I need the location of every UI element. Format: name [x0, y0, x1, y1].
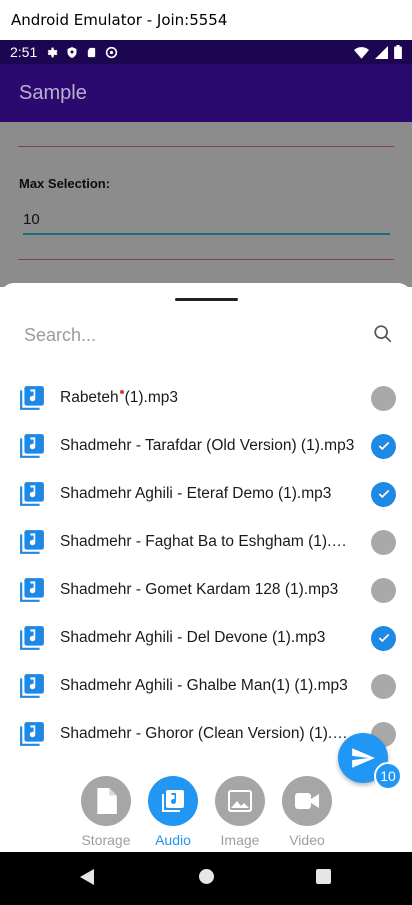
file-row[interactable]: Rabeteh (1).mp3 [0, 374, 412, 422]
music-note-icon [162, 790, 184, 812]
wifi-icon [354, 46, 369, 59]
audio-file-icon [20, 386, 44, 410]
file-name: Shadmehr Aghili - Eteraf Demo (1).mp3 [60, 485, 332, 502]
audio-file-icon [20, 530, 44, 554]
file-name: Shadmehr - Ghoror (Clean Version) (1).mp… [60, 725, 356, 742]
unchecked-icon[interactable] [371, 529, 396, 555]
category-image-button[interactable] [215, 776, 265, 826]
window-titlebar: Android Emulator - Join:5554 [0, 0, 412, 40]
divider [18, 146, 394, 147]
category-video-label: Video [289, 832, 325, 848]
recents-icon[interactable] [316, 869, 331, 884]
search-icon[interactable] [372, 323, 394, 345]
status-bar: 2:51 [0, 40, 412, 64]
max-selection-label: Max Selection: [19, 176, 111, 191]
divider [18, 259, 394, 260]
image-icon [228, 790, 252, 812]
shield-icon [67, 46, 77, 58]
unchecked-icon[interactable] [371, 577, 396, 603]
drag-handle[interactable] [175, 298, 238, 301]
signal-icon [375, 45, 388, 59]
sd-card-icon [88, 47, 96, 57]
home-icon[interactable] [199, 869, 214, 884]
checked-icon[interactable] [371, 625, 396, 651]
checked-icon[interactable] [371, 433, 396, 459]
file-row[interactable]: Shadmehr - Gomet Kardam 128 (1).mp3 [0, 566, 412, 614]
file-row[interactable]: Shadmehr Aghili - Eteraf Demo (1).mp3 [0, 470, 412, 518]
do-not-disturb-icon [106, 46, 118, 58]
search-input[interactable] [24, 321, 354, 349]
selection-count-badge: 10 [374, 762, 402, 790]
category-storage-button[interactable] [81, 776, 131, 826]
audio-file-icon [20, 578, 44, 602]
file-name: Shadmehr - Tarafdar (Old Version) (1).mp… [60, 437, 355, 454]
send-icon [352, 748, 375, 768]
file-name: Shadmehr Aghili - Del Devone (1).mp3 [60, 629, 326, 646]
file-name: Shadmehr - Gomet Kardam 128 (1).mp3 [60, 581, 339, 598]
file-icon [97, 788, 117, 814]
file-row[interactable]: Shadmehr - Tarafdar (Old Version) (1).mp… [0, 422, 412, 470]
status-time: 2:51 [10, 44, 38, 60]
file-row[interactable]: Shadmehr - Faghat Ba to Eshgham (1).mp3 [0, 518, 412, 566]
file-name: Shadmehr Aghili - Ghalbe Man(1) (1).mp3 [60, 677, 348, 694]
file-row[interactable]: Shadmehr Aghili - Del Devone (1).mp3 [0, 614, 412, 662]
window-title: Android Emulator - Join:5554 [11, 11, 228, 29]
back-icon[interactable] [80, 869, 96, 885]
file-name: Shadmehr - Faghat Ba to Eshgham (1).mp3 [60, 533, 356, 550]
audio-file-icon [20, 674, 44, 698]
settings-gear-icon [47, 47, 58, 57]
app-title: Sample [19, 82, 87, 104]
checked-icon[interactable] [371, 481, 396, 507]
audio-file-icon [20, 434, 44, 458]
audio-file-icon [20, 626, 44, 650]
video-camera-icon [295, 793, 319, 809]
audio-file-icon [20, 722, 44, 746]
file-row[interactable]: Shadmehr Aghili - Ghalbe Man(1) (1).mp3 [0, 662, 412, 710]
category-audio-button[interactable] [148, 776, 198, 826]
max-selection-input[interactable]: 10 [23, 211, 390, 235]
unchecked-icon[interactable] [371, 673, 396, 699]
battery-icon [394, 45, 402, 59]
file-name: Rabeteh (1).mp3 [60, 389, 179, 406]
category-video-button[interactable] [282, 776, 332, 826]
unchecked-icon[interactable] [371, 385, 396, 411]
audio-file-icon [20, 482, 44, 506]
